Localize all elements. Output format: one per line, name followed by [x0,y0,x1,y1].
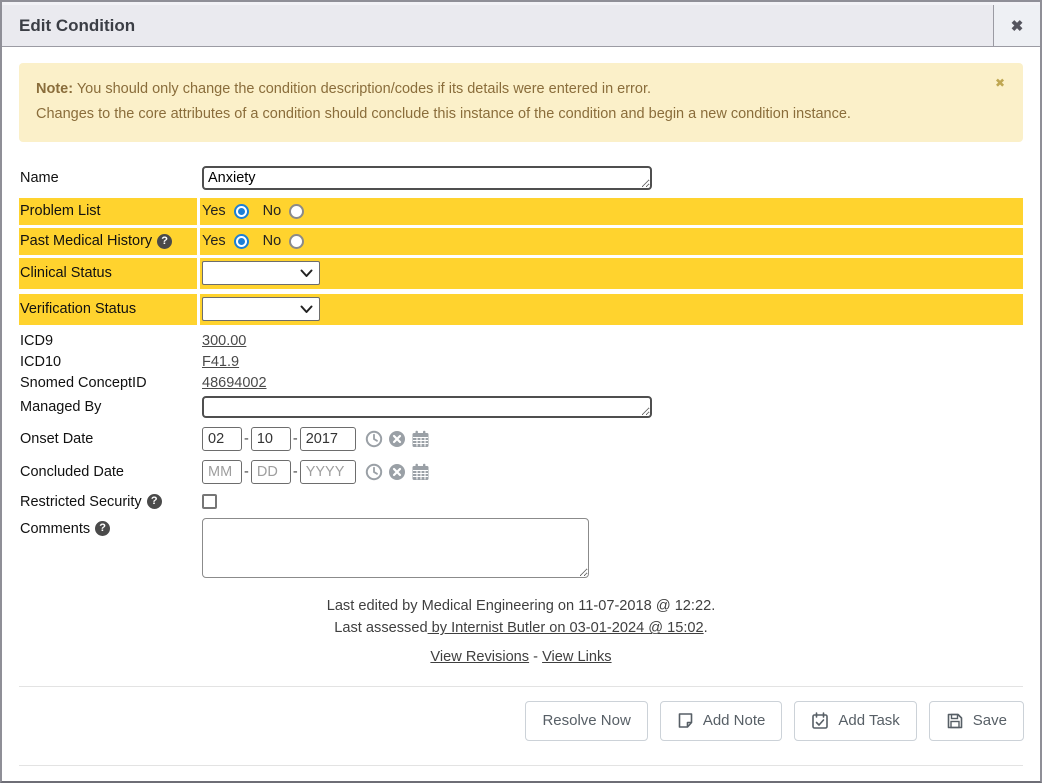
note-close-icon[interactable]: ✖ [995,77,1005,89]
managed-by-label: Managed By [19,397,197,417]
snomed-conceptid-label: Snomed ConceptID [19,373,197,393]
clinical-status-label: Clinical Status [19,258,197,289]
warning-note-banner: ✖ Note: You should only change the condi… [19,63,1023,142]
clear-date-icon[interactable] [388,463,406,481]
add-note-button[interactable]: Add Note [660,701,783,741]
footer-space [2,766,1040,781]
save-button[interactable]: Save [929,701,1024,741]
verification-status-select[interactable] [202,297,320,321]
comments-label: Comments [20,521,90,537]
concluded-date-label: Concluded Date [19,462,197,482]
verification-status-label: Verification Status [19,294,197,325]
clinical-status-select[interactable] [202,261,320,285]
calendar-icon[interactable] [411,463,430,481]
problem-list-yes-label: Yes [202,203,226,219]
clock-icon[interactable] [365,463,383,481]
help-icon[interactable]: ? [157,234,172,249]
task-calendar-icon [811,712,829,730]
audit-info: Last edited by Medical Engineering on 11… [19,595,1023,669]
problem-list-yes-radio[interactable] [234,204,249,219]
pmh-yes-radio[interactable] [234,234,249,249]
icd9-label: ICD9 [19,331,197,351]
help-icon[interactable]: ? [95,521,110,536]
restricted-security-label: Restricted Security [20,494,142,510]
clock-icon[interactable] [365,430,383,448]
problem-list-label: Problem List [19,198,197,225]
chevron-down-icon [300,269,313,278]
restricted-security-checkbox[interactable] [202,494,217,509]
close-icon: ✖ [1011,17,1024,35]
onset-month-input[interactable] [202,427,242,451]
past-medical-history-label: Past Medical History [20,233,152,249]
onset-day-input[interactable] [251,427,291,451]
view-revisions-link[interactable]: View Revisions [430,649,529,665]
dialog-title: Edit Condition [2,16,993,36]
note-line-2: Changes to the core attributes of a cond… [36,102,983,127]
dialog-close-button[interactable]: ✖ [993,5,1040,46]
add-task-button[interactable]: Add Task [794,701,916,741]
managed-by-input[interactable] [202,396,652,418]
note-icon [677,712,694,729]
resolve-now-button[interactable]: Resolve Now [525,701,647,741]
pmh-no-label: No [263,233,282,249]
last-assessed-text: Last assessed by Internist Butler on 03-… [19,617,1023,640]
view-links-link[interactable]: View Links [542,649,612,665]
concluded-month-input[interactable] [202,460,242,484]
problem-list-no-radio[interactable] [289,204,304,219]
icd9-code-link[interactable]: 300.00 [202,333,246,349]
condition-form: Name Anxiety Problem List Yes No Past Me… [19,164,1023,580]
dialog-header: Edit Condition ✖ [2,2,1040,47]
concluded-year-input[interactable] [300,460,356,484]
dialog-body: ✖ Note: You should only change the condi… [2,47,1040,669]
name-input[interactable]: Anxiety [202,166,652,190]
clear-date-icon[interactable] [388,430,406,448]
edit-condition-dialog: Edit Condition ✖ ✖ Note: You should only… [0,0,1042,783]
last-assessed-link[interactable]: by Internist Butler on 03-01-2024 @ 15:0… [428,620,704,636]
comments-textarea[interactable] [202,518,589,578]
concluded-day-input[interactable] [251,460,291,484]
onset-date-label: Onset Date [19,429,197,449]
onset-year-input[interactable] [300,427,356,451]
last-edited-text: Last edited by Medical Engineering on 11… [19,595,1023,618]
help-icon[interactable]: ? [147,494,162,509]
note-prefix: Note: [36,81,73,97]
save-icon [946,712,964,730]
calendar-icon[interactable] [411,430,430,448]
chevron-down-icon [300,305,313,314]
icd10-code-link[interactable]: F41.9 [202,354,239,370]
icd10-label: ICD10 [19,352,197,372]
pmh-no-radio[interactable] [289,234,304,249]
note-line-1: Note: You should only change the conditi… [36,77,983,102]
name-label: Name [19,168,197,188]
snomed-code-link[interactable]: 48694002 [202,375,267,391]
problem-list-no-label: No [263,203,282,219]
action-bar: Resolve Now Add Note Add Task Save [2,687,1040,765]
pmh-yes-label: Yes [202,233,226,249]
